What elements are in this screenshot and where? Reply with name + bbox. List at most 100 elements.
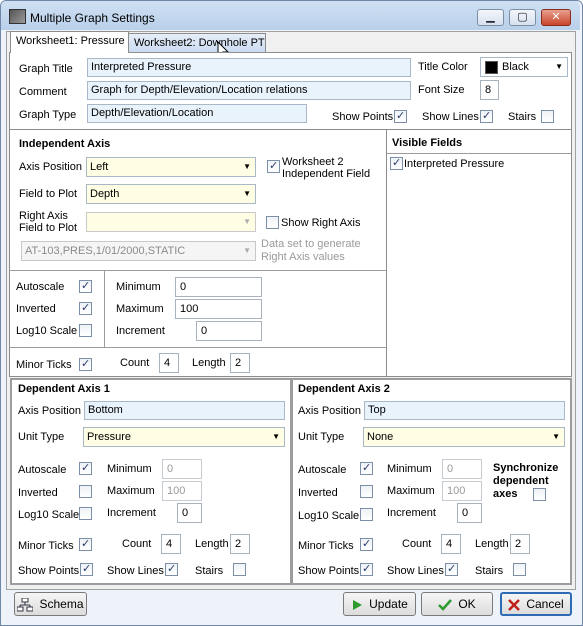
dep2-unit-select[interactable]: None ▼ (363, 427, 565, 447)
schema-button[interactable]: Schema (14, 592, 87, 616)
dep1-count-input[interactable]: 4 (161, 534, 181, 554)
dep1-position-input[interactable]: Bottom (84, 401, 285, 420)
dep2-show-lines-checkbox[interactable] (445, 562, 458, 576)
dataset-select[interactable]: AT-103,PRES,1/01/2000,STATIC ▼ (21, 241, 256, 261)
font-size-input[interactable]: 8 (480, 80, 499, 100)
dep1-position-label: Axis Position (18, 405, 81, 417)
visible-field-checkbox[interactable] (390, 156, 403, 170)
update-button-label: Update (369, 597, 408, 611)
sync-axes-checkbox[interactable] (533, 488, 546, 501)
dep2-increment-label: Increment (387, 507, 436, 519)
maximize-button[interactable]: ▢ (509, 9, 536, 26)
dep2-maximum-label: Maximum (387, 485, 435, 497)
minor-ticks-checkbox[interactable] (79, 357, 92, 371)
autoscale-label: Autoscale (16, 281, 65, 293)
dep1-maximum-input[interactable]: 100 (162, 481, 202, 501)
dep1-autoscale-label: Autoscale (18, 464, 67, 476)
dep1-minimum-input[interactable]: 0 (162, 459, 202, 479)
show-right-axis-label: Show Right Axis (281, 217, 361, 229)
dep2-position-input[interactable]: Top (364, 401, 565, 420)
app-icon (9, 9, 26, 24)
dep2-autoscale-label: Autoscale (298, 464, 347, 476)
maximum-input[interactable]: 100 (175, 299, 262, 319)
worksheet2-independent-checkbox[interactable] (267, 159, 280, 173)
field-to-plot-value: Depth (90, 188, 120, 200)
maximum-label: Maximum (116, 303, 164, 315)
sync-label-2: dependent (493, 475, 549, 487)
field-to-plot-select[interactable]: Depth ▼ (86, 184, 256, 204)
tab-worksheet2[interactable]: Worksheet2: Downhole PT (128, 33, 266, 53)
chevron-down-icon: ▼ (243, 217, 251, 226)
dep1-show-lines-checkbox[interactable] (165, 562, 178, 576)
length-input[interactable]: 2 (230, 353, 250, 373)
dep2-count-input[interactable]: 4 (441, 534, 461, 554)
dep2-position-label: Axis Position (298, 405, 361, 417)
minimum-input[interactable]: 0 (175, 277, 262, 297)
dep2-stairs-checkbox[interactable] (513, 563, 526, 576)
dep1-autoscale-checkbox[interactable] (79, 461, 92, 475)
show-lines-checkbox[interactable] (480, 109, 493, 123)
dep2-log10-checkbox[interactable] (360, 508, 373, 521)
dep1-show-points-checkbox[interactable] (80, 562, 93, 576)
graph-title-input[interactable]: Interpreted Pressure (87, 58, 411, 77)
dep2-autoscale-checkbox[interactable] (360, 461, 373, 475)
chevron-down-icon: ▼ (552, 432, 560, 441)
log10-checkbox[interactable] (79, 324, 92, 337)
dep2-show-lines-label: Show Lines (387, 565, 444, 577)
dep2-maximum-input[interactable]: 100 (442, 481, 482, 501)
chevron-down-icon: ▼ (243, 189, 251, 198)
sync-label-3: axes (493, 488, 518, 500)
divider (9, 270, 104, 271)
count-input[interactable]: 4 (159, 353, 179, 373)
show-right-axis-checkbox[interactable] (266, 216, 279, 229)
color-swatch (485, 61, 498, 74)
dep1-show-points-label: Show Points (18, 565, 80, 577)
dep2-length-input[interactable]: 2 (510, 534, 530, 554)
axis-position-value: Left (90, 161, 109, 173)
minimize-button[interactable]: ▁ (477, 9, 504, 26)
dep2-minor-ticks-label: Minor Ticks (298, 540, 354, 552)
increment-input[interactable]: 0 (196, 321, 262, 341)
autoscale-checkbox[interactable] (79, 279, 92, 293)
dep1-log10-checkbox[interactable] (79, 507, 92, 520)
dep2-inverted-label: Inverted (298, 487, 338, 499)
dep1-stairs-checkbox[interactable] (233, 563, 246, 576)
ok-button[interactable]: OK (421, 592, 493, 616)
dep1-inverted-checkbox[interactable] (79, 485, 92, 498)
dep1-length-input[interactable]: 2 (230, 534, 250, 554)
dataset-value: AT-103,PRES,1/01/2000,STATIC (25, 245, 186, 257)
close-button[interactable]: ✕ (541, 9, 571, 26)
tab-worksheet1[interactable]: Worksheet1: Pressure (10, 31, 129, 53)
dep2-minimum-input[interactable]: 0 (442, 459, 482, 479)
title-color-select[interactable]: Black ▼ (480, 57, 568, 77)
comment-input[interactable]: Graph for Depth/Elevation/Location relat… (87, 81, 411, 100)
dep2-minor-ticks-checkbox[interactable] (360, 537, 373, 551)
visible-field-label: Interpreted Pressure (404, 158, 505, 170)
ok-button-label: OK (458, 597, 476, 611)
dep2-show-points-checkbox[interactable] (360, 562, 373, 576)
cancel-button[interactable]: Cancel (500, 592, 572, 616)
update-button[interactable]: Update (343, 592, 416, 616)
chevron-down-icon: ▼ (272, 432, 280, 441)
dep1-minor-ticks-checkbox[interactable] (79, 537, 92, 551)
stairs-checkbox[interactable] (541, 110, 554, 123)
comment-label: Comment (19, 86, 67, 98)
cancel-x-icon (508, 598, 521, 611)
dep2-increment-input[interactable]: 0 (457, 503, 482, 523)
graph-type-input[interactable]: Depth/Elevation/Location (87, 104, 307, 123)
inverted-label: Inverted (16, 303, 56, 315)
stairs-label: Stairs (508, 111, 537, 123)
dep2-inverted-checkbox[interactable] (360, 485, 373, 498)
inverted-checkbox[interactable] (79, 301, 92, 315)
right-field-select[interactable]: ▼ (86, 212, 256, 232)
dep2-count-label: Count (402, 538, 432, 550)
schema-button-label: Schema (39, 597, 84, 611)
axis-position-select[interactable]: Left ▼ (86, 157, 256, 177)
show-points-checkbox[interactable] (394, 109, 407, 123)
dep1-increment-input[interactable]: 0 (177, 503, 202, 523)
show-lines-label: Show Lines (422, 111, 479, 123)
sync-label-1: Synchronize (493, 462, 559, 474)
dep1-minimum-label: Minimum (107, 463, 152, 475)
dep1-unit-select[interactable]: Pressure ▼ (83, 427, 285, 447)
show-points-label: Show Points (332, 111, 394, 123)
